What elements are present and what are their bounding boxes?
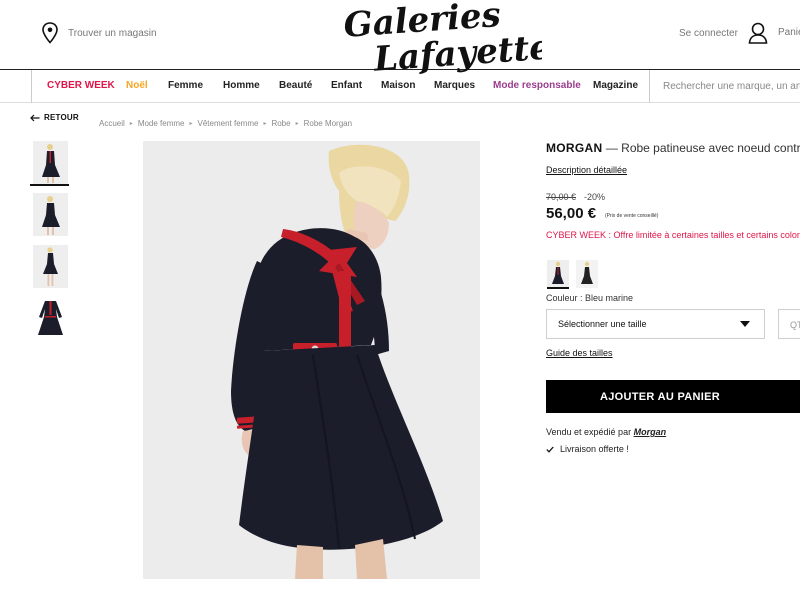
chevron-down-icon	[740, 321, 750, 327]
thumbnail-full[interactable]	[33, 245, 68, 288]
description-link[interactable]: Description détaillée	[546, 165, 627, 175]
breadcrumb-current[interactable]: Robe Morgan	[304, 119, 352, 128]
nav-item-cyber-week[interactable]: CYBER WEEK	[47, 80, 115, 91]
nav-item-mode-responsable[interactable]: Mode responsable	[493, 80, 581, 91]
old-price: 70,00 €	[546, 192, 577, 202]
product-info: MORGAN — Robe patineuse avec noeud contr…	[546, 141, 800, 454]
current-price: 56,00 €	[546, 205, 597, 222]
breadcrumb-item[interactable]: Vêtement femme	[198, 119, 259, 128]
check-icon	[546, 446, 554, 453]
thumbnail-active-indicator	[30, 184, 69, 186]
back-link[interactable]: RETOUR	[30, 113, 79, 122]
main-nav: CYBER WEEK Noël Femme Homme Beauté Enfan…	[0, 70, 800, 103]
nav-item-magazine[interactable]: Magazine	[593, 80, 638, 91]
breadcrumb-item[interactable]: Robe	[271, 119, 290, 128]
nav-item-beaute[interactable]: Beauté	[279, 80, 312, 91]
nav-item-marques[interactable]: Marques	[434, 80, 475, 91]
nav-item-enfant[interactable]: Enfant	[331, 80, 362, 91]
price-note: (Prix de vente conseillé)	[605, 213, 659, 219]
search-bar	[651, 70, 800, 103]
nav-item-femme[interactable]: Femme	[168, 80, 203, 91]
find-store-link[interactable]: Trouver un magasin	[42, 22, 157, 44]
site-header: Trouver un magasin Galeries Lafayette Se…	[0, 0, 800, 80]
product-title: MORGAN — Robe patineuse avec noeud contr…	[546, 141, 800, 155]
login-label: Se connecter	[679, 27, 738, 39]
size-select[interactable]: Sélectionner une taille	[546, 309, 765, 339]
search-input[interactable]	[651, 81, 800, 92]
nav-menu: CYBER WEEK Noël Femme Homme Beauté Enfan…	[31, 70, 650, 103]
sold-by: Vendu et expédié par Morgan	[546, 427, 666, 437]
cart-link[interactable]: Panier	[778, 27, 800, 38]
product-brand[interactable]: MORGAN	[546, 141, 602, 155]
thumbnail-back[interactable]	[33, 193, 68, 236]
chevron-right-icon: ▸	[295, 121, 299, 127]
promo-text: CYBER WEEK : Offre limitée à certaines t…	[546, 230, 800, 240]
chevron-right-icon: ▸	[129, 121, 133, 127]
color-swatch-alt[interactable]	[576, 260, 598, 288]
product-name: — Robe patineuse avec noeud contrasta	[605, 141, 800, 155]
color-label: Couleur : Bleu marine	[546, 293, 634, 303]
free-delivery-label: Livraison offerte !	[560, 444, 629, 454]
back-label: RETOUR	[44, 113, 79, 122]
user-icon	[748, 22, 768, 44]
breadcrumb-item[interactable]: Accueil	[99, 119, 125, 128]
nav-item-homme[interactable]: Homme	[223, 80, 260, 91]
nav-item-noel[interactable]: Noël	[126, 80, 148, 91]
galeries-lafayette-logo[interactable]: Galeries Lafayette	[342, 0, 552, 80]
size-guide-link[interactable]: Guide des tailles	[546, 348, 613, 358]
add-to-cart-button[interactable]: AJOUTER AU PANIER	[546, 380, 800, 413]
nav-item-maison[interactable]: Maison	[381, 80, 415, 91]
swatch-active-indicator	[547, 287, 569, 289]
find-store-label: Trouver un magasin	[68, 27, 157, 39]
thumbnail-front[interactable]	[33, 141, 68, 184]
quantity-select[interactable]: QT	[778, 309, 800, 339]
color-swatch-navy[interactable]	[547, 260, 569, 288]
login-link[interactable]: Se connecter	[679, 22, 768, 44]
size-select-label: Sélectionner une taille	[558, 319, 647, 329]
thumbnail-flat[interactable]	[33, 297, 68, 340]
chevron-right-icon: ▸	[263, 121, 267, 127]
chevron-right-icon: ▸	[189, 121, 193, 127]
arrow-left-icon	[30, 114, 40, 121]
free-delivery: Livraison offerte !	[546, 444, 629, 454]
location-pin-icon	[42, 22, 58, 44]
discount-badge: -20%	[584, 192, 606, 202]
sold-by-prefix: Vendu et expédié par	[546, 427, 632, 437]
seller-link[interactable]: Morgan	[634, 427, 667, 437]
breadcrumb-item[interactable]: Mode femme	[138, 119, 185, 128]
breadcrumb: Accueil ▸ Mode femme ▸ Vêtement femme ▸ …	[99, 119, 352, 128]
product-main-image[interactable]	[143, 141, 480, 579]
